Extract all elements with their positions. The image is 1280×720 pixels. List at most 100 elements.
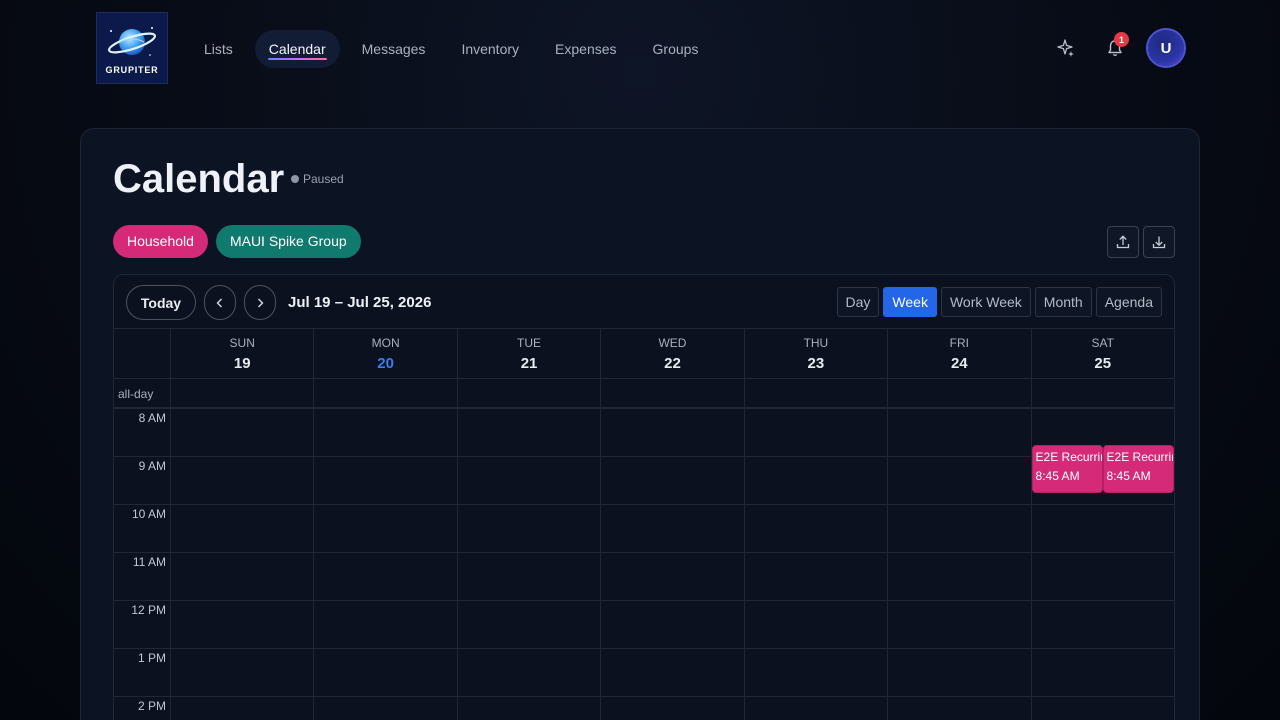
chevron-right-icon: [258, 298, 264, 307]
import-export-buttons: [1103, 226, 1175, 258]
day-of-week: THU: [803, 336, 829, 350]
day-number: 21: [520, 355, 538, 372]
time-label: 2 PM: [137, 699, 166, 713]
week-calendar: Today Jul 19 – Jul 25, 2026 Day Week Wor…: [113, 274, 1175, 720]
view-agenda-button[interactable]: Agenda: [1095, 287, 1162, 317]
planet-logo-icon: [107, 27, 157, 56]
all-day-cell[interactable]: [601, 379, 745, 407]
day-of-week: FRI: [949, 336, 969, 350]
time-slot: 9 AM: [114, 457, 170, 505]
time-slot: 1 PM: [114, 649, 170, 697]
day-header-mon[interactable]: MON 20: [314, 329, 458, 378]
view-week-button[interactable]: Week: [883, 287, 937, 317]
time-slot: 2 PM: [114, 697, 170, 720]
time-label: 8 AM: [138, 411, 166, 425]
next-week-button[interactable]: [244, 285, 276, 320]
day-header-thu[interactable]: THU 23: [745, 329, 889, 378]
day-column-thu[interactable]: [744, 409, 889, 720]
all-day-cell[interactable]: [458, 379, 602, 407]
day-number: 23: [807, 355, 825, 372]
day-number: 22: [664, 355, 681, 372]
day-header-fri[interactable]: FRI 24: [888, 329, 1032, 378]
status-indicator: Paused: [291, 172, 344, 186]
nav-item-messages[interactable]: Messages: [348, 30, 440, 68]
nav-item-expenses[interactable]: Expenses: [541, 30, 630, 68]
today-button[interactable]: Today: [126, 285, 196, 320]
export-button[interactable]: [1107, 226, 1139, 258]
top-right-actions: 1 U: [1048, 30, 1184, 66]
day-header-row: SUN 19 MON 20 TUE 21 WED 22 THU 23 FRI 2…: [114, 329, 1174, 379]
previous-week-button[interactable]: [204, 285, 236, 320]
all-day-cell[interactable]: [745, 379, 889, 407]
day-column-mon[interactable]: [314, 409, 458, 720]
app-logo[interactable]: GRUPITER: [96, 12, 168, 84]
calendar-toolbar: Today Jul 19 – Jul 25, 2026 Day Week Wor…: [114, 275, 1174, 329]
view-month-button[interactable]: Month: [1034, 287, 1092, 317]
notification-badge: 1: [1114, 32, 1129, 47]
day-column-sun[interactable]: [171, 409, 315, 720]
day-number-today: 20: [377, 355, 394, 372]
time-label: 10 AM: [131, 507, 166, 521]
nav-item-inventory[interactable]: Inventory: [447, 30, 533, 68]
day-of-week: MON: [371, 336, 400, 350]
day-header-tue[interactable]: TUE 21: [458, 329, 602, 378]
day-of-week: SUN: [229, 336, 255, 350]
event-time: 8:45 AM: [1106, 469, 1151, 483]
day-header-sat[interactable]: SAT 25: [1032, 329, 1174, 378]
user-avatar[interactable]: U: [1148, 30, 1184, 66]
day-column-fri[interactable]: [888, 409, 1032, 720]
day-column-wed[interactable]: [601, 409, 745, 720]
sparkle-icon: [1057, 39, 1074, 57]
chevron-left-icon: [216, 298, 222, 307]
day-header-wed[interactable]: WED 22: [601, 329, 745, 378]
nav-item-calendar[interactable]: Calendar: [254, 30, 340, 68]
all-day-cell[interactable]: [888, 379, 1032, 407]
time-gutter: 8 AM 9 AM 10 AM 11 AM 12 PM 1 PM 2 PM: [114, 409, 171, 720]
all-day-label: all-day: [114, 379, 171, 407]
nav-item-lists[interactable]: Lists: [190, 30, 247, 68]
ai-sparkle-button[interactable]: [1048, 30, 1084, 66]
day-column-sat[interactable]: E2E Recurring 8:45 AM E2E Recurring 8:45…: [1031, 409, 1174, 720]
time-slot: 8 AM: [114, 409, 170, 457]
day-number: 25: [1094, 355, 1112, 372]
all-day-cell[interactable]: [1032, 379, 1174, 407]
day-of-week: TUE: [517, 336, 542, 350]
download-icon: [1152, 236, 1166, 249]
day-number: 19: [233, 355, 251, 372]
view-day-button[interactable]: Day: [836, 287, 880, 317]
time-label: 9 AM: [138, 459, 166, 473]
header-gutter: [114, 329, 171, 378]
calendar-event[interactable]: E2E Recurring 8:45 AM: [1031, 445, 1103, 493]
notifications-button[interactable]: 1: [1097, 30, 1133, 66]
main-nav: Lists Calendar Messages Inventory Expens…: [190, 30, 720, 68]
calendar-event[interactable]: E2E Recurring 8:45 AM: [1102, 445, 1174, 493]
event-time: 8:45 AM: [1035, 469, 1080, 483]
event-title: E2E Recurring: [1106, 450, 1173, 464]
day-of-week: SAT: [1091, 336, 1114, 350]
logo-text: GRUPITER: [105, 65, 159, 75]
day-header-sun[interactable]: SUN 19: [171, 329, 315, 378]
time-grid: 8 AM 9 AM 10 AM 11 AM 12 PM 1 PM 2 PM E2…: [114, 409, 1174, 720]
time-label: 11 AM: [132, 555, 166, 569]
page-title: Calendar: [113, 157, 285, 201]
all-day-cell[interactable]: [314, 379, 458, 407]
nav-item-groups[interactable]: Groups: [639, 30, 713, 68]
day-of-week: WED: [658, 336, 687, 350]
import-button[interactable]: [1143, 226, 1175, 258]
event-title: E2E Recurring: [1035, 450, 1102, 464]
day-number: 24: [950, 355, 968, 372]
day-column-tue[interactable]: [457, 409, 602, 720]
group-chip-household[interactable]: Household: [113, 225, 208, 258]
group-chip-maui-spike[interactable]: MAUI Spike Group: [215, 225, 361, 258]
time-slot: 12 PM: [114, 601, 170, 649]
all-day-row: all-day: [114, 379, 1174, 409]
status-label: Paused: [303, 172, 344, 186]
top-navigation-bar: GRUPITER Lists Calendar Messages Invento…: [0, 0, 1280, 100]
all-day-cell[interactable]: [171, 379, 315, 407]
time-label: 12 PM: [131, 603, 166, 617]
upload-icon: [1116, 235, 1130, 249]
date-range-label: Jul 19 – Jul 25, 2026: [288, 294, 432, 311]
time-slot: 11 AM: [114, 553, 170, 601]
view-work-week-button[interactable]: Work Week: [940, 287, 1031, 317]
time-label: 1 PM: [137, 651, 166, 665]
